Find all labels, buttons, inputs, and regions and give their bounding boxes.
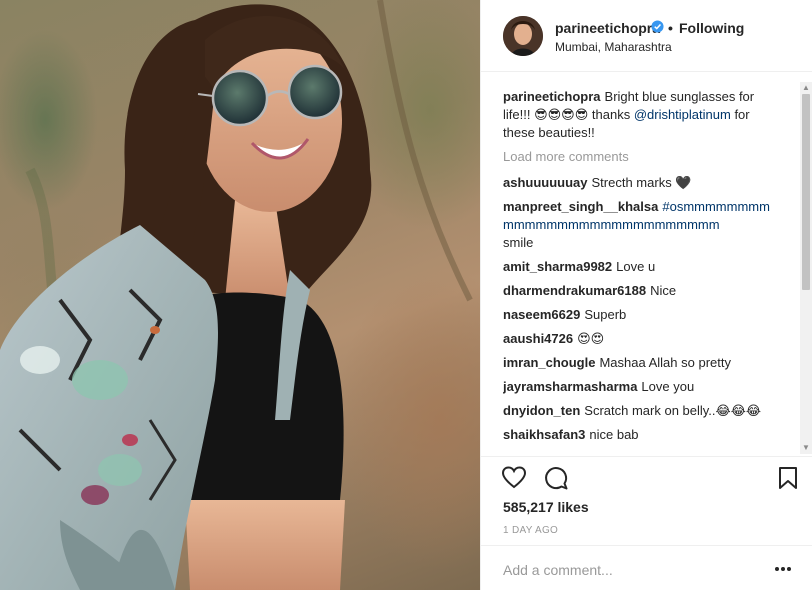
post-header: parineetichopra • Following Mumbai, Maha… [481, 0, 812, 72]
post-photo[interactable] [0, 0, 480, 590]
profile-avatar[interactable] [503, 16, 543, 56]
comment-bubble-icon[interactable] [543, 465, 569, 491]
comment-item: manpreet_singh__khalsa #osmmmmmmmmmmmmmmm… [503, 198, 775, 252]
caption: parineetichopra Bright blue sunglasses fo… [503, 88, 775, 142]
post-photo-illustration [0, 0, 473, 590]
comment-text: Love you [641, 379, 695, 394]
comment-text: 😍😍 [577, 331, 605, 346]
comment-text: Love u [616, 259, 656, 274]
load-more-comments-link[interactable]: Load more comments [503, 148, 775, 166]
comment-username[interactable]: dnyidon_ten [503, 403, 580, 418]
comment-item: imran_chougle Mashaa Allah so pretty [503, 354, 775, 372]
avatar-icon [503, 16, 543, 56]
post-actions: 585,217 likes 1 DAY AGO [481, 456, 812, 586]
comment-text: Superb [584, 307, 627, 322]
comment-username[interactable]: imran_chougle [503, 355, 595, 370]
comment-text: Mashaa Allah so pretty [599, 355, 731, 370]
post-timestamp[interactable]: 1 DAY AGO [503, 525, 558, 536]
comment-text: nice bab [589, 427, 639, 442]
comment-item: naseem6629 Superb [503, 306, 775, 324]
header-separator: • [668, 20, 673, 36]
caption-username[interactable]: parineetichopra [503, 89, 601, 104]
instagram-post: parineetichopra • Following Mumbai, Maha… [0, 0, 812, 590]
comment-item: aaushi4726 😍😍 [503, 330, 775, 348]
more-options-icon[interactable] [769, 562, 797, 576]
comment-username[interactable]: naseem6629 [503, 307, 580, 322]
scroll-up-arrow-icon[interactable]: ▲ [800, 82, 812, 94]
comments-scrollbar[interactable]: ▲ ▼ [800, 82, 812, 454]
comment-username[interactable]: amit_sharma9982 [503, 259, 612, 274]
comment-item: jayramsharmasharma Love you [503, 378, 775, 396]
add-comment-input[interactable] [503, 560, 743, 580]
bookmark-icon[interactable] [775, 465, 801, 491]
caption-mention[interactable]: @drishtiplatinum [634, 107, 731, 122]
scrollbar-thumb[interactable] [802, 94, 810, 290]
comment-username[interactable]: ashuuuuuuay [503, 175, 588, 190]
comment-text: Scratch mark on belly..😂😂😂 [584, 403, 762, 418]
post-location[interactable]: Mumbai, Maharashtra [555, 40, 672, 54]
comment-item: amit_sharma9982 Love u [503, 258, 775, 276]
heart-icon[interactable] [501, 465, 527, 491]
comment-text: Strecth marks 🖤 [591, 175, 692, 190]
comment-text: Nice [650, 283, 677, 298]
following-button[interactable]: Following [679, 20, 744, 36]
comment-username[interactable]: aaushi4726 [503, 331, 573, 346]
comment-item: dharmendrakumar6188 Nice [503, 282, 775, 300]
post-author-username[interactable]: parineetichopra [555, 20, 660, 36]
comment-username[interactable]: manpreet_singh__khalsa [503, 199, 658, 214]
comment-item: ashuuuuuuay Strecth marks 🖤 [503, 174, 775, 192]
comment-item: dnyidon_ten Scratch mark on belly..😂😂😂 [503, 402, 775, 420]
comment-text: smile [503, 235, 534, 250]
comment-username[interactable]: dharmendrakumar6188 [503, 283, 646, 298]
likes-count[interactable]: 585,217 likes [503, 499, 589, 515]
comment-item: shaikhsafan3 nice bab [503, 426, 775, 444]
scroll-down-arrow-icon[interactable]: ▼ [800, 442, 812, 454]
comment-username[interactable]: jayramsharmasharma [503, 379, 637, 394]
post-details-panel: parineetichopra • Following Mumbai, Maha… [480, 0, 812, 590]
comments-list[interactable]: parineetichopra Bright blue sunglasses fo… [503, 88, 775, 454]
add-comment-section [481, 545, 812, 591]
verified-badge-icon [651, 20, 664, 33]
comment-username[interactable]: shaikhsafan3 [503, 427, 585, 442]
